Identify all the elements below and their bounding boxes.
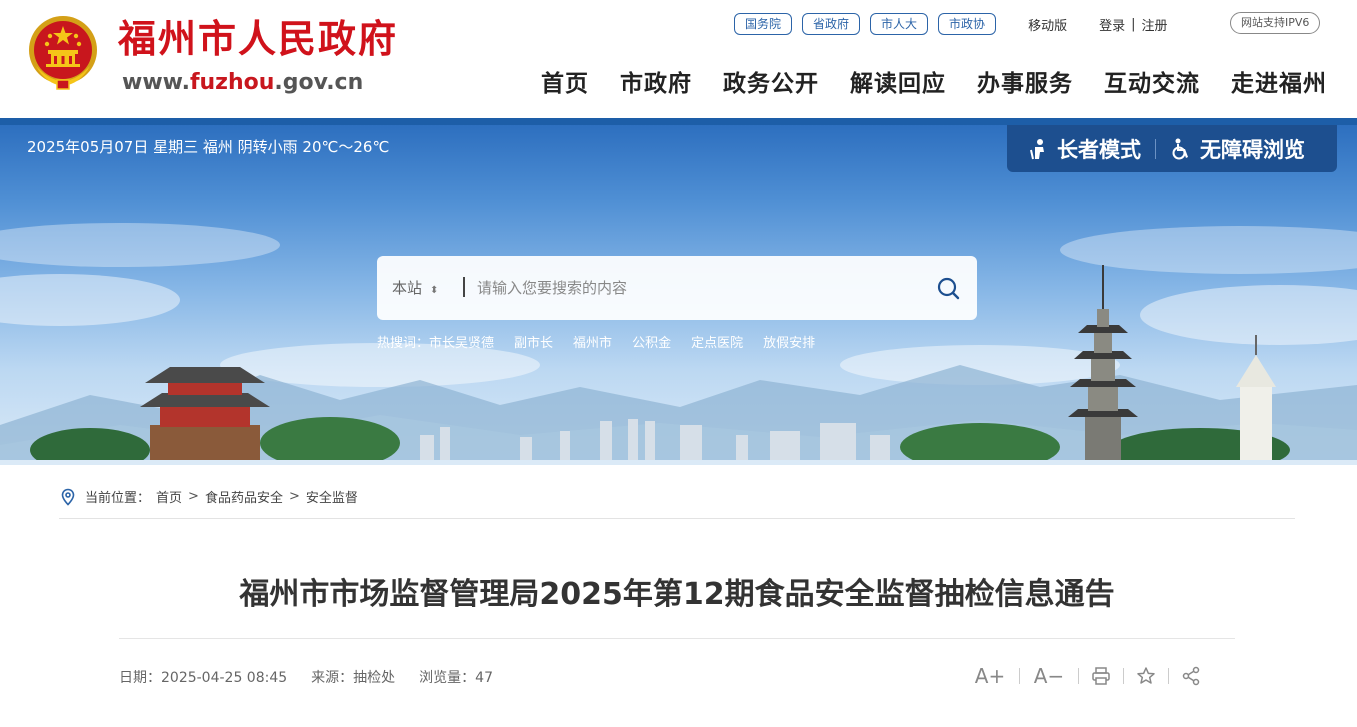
url-prefix: www. bbox=[122, 70, 190, 95]
login-link[interactable]: 登录 bbox=[1099, 15, 1125, 34]
article-tools: A+ A− bbox=[973, 663, 1201, 689]
search-divider bbox=[463, 277, 465, 297]
wheelchair-icon bbox=[1172, 138, 1188, 159]
article-date: 日期：2025-04-25 08:45 bbox=[119, 670, 288, 686]
hot-word[interactable]: 副市长 bbox=[514, 332, 553, 351]
nav-about-fuzhou[interactable]: 走进福州 bbox=[1231, 66, 1327, 102]
register-link[interactable]: 注册 bbox=[1141, 15, 1167, 34]
article-meta: 日期：2025-04-25 08:45 来源：抽检处 浏览量：47 bbox=[119, 667, 517, 687]
nav-government-affairs[interactable]: 政务公开 bbox=[723, 66, 819, 102]
nav-interpretation[interactable]: 解读回应 bbox=[850, 66, 946, 102]
article-views: 浏览量：47 bbox=[419, 670, 493, 686]
hot-word[interactable]: 公积金 bbox=[632, 332, 671, 351]
share-icon bbox=[1182, 666, 1200, 686]
hero-banner: 2025年05月07日 星期三 福州 阴转小雨 20℃～26℃ 长者模式 无障碍… bbox=[0, 125, 1357, 465]
url-domain: fuzhou bbox=[189, 70, 275, 95]
main-nav: 首页 市政府 政务公开 解读回应 办事服务 互动交流 走进福州 bbox=[510, 66, 1327, 102]
site-header: 福州市人民政府 www.fuzhou.gov.cn 国务院 省政府 市人大 市政… bbox=[0, 0, 1357, 118]
favorite-button[interactable] bbox=[1136, 666, 1156, 686]
url-suffix: .gov.cn bbox=[274, 70, 364, 95]
share-button[interactable] bbox=[1181, 666, 1201, 686]
article-title: 福州市市场监督管理局2025年第12期食品安全监督抽检信息通告 bbox=[239, 577, 1115, 612]
hot-word[interactable]: 市长吴贤德 bbox=[429, 332, 494, 351]
site-url: www.fuzhou.gov.cn bbox=[122, 70, 363, 96]
header-divider bbox=[0, 118, 1357, 125]
tool-divider bbox=[1078, 668, 1079, 684]
search-scope-value: 本站 bbox=[392, 279, 423, 297]
national-emblem-icon bbox=[29, 16, 97, 90]
elder-mode-label: 长者模式 bbox=[1057, 137, 1141, 162]
tool-divider bbox=[1168, 668, 1169, 684]
breadcrumb-separator: > bbox=[188, 489, 199, 504]
breadcrumb: 当前位置： 首页 > 食品药品安全 > 安全监督 bbox=[59, 487, 358, 506]
login-separator: | bbox=[1131, 16, 1136, 32]
search-box: 本站 ⬍ bbox=[377, 256, 977, 320]
hot-search-label: 热搜词： bbox=[377, 336, 430, 351]
accessibility-toolbar: 长者模式 无障碍浏览 bbox=[1007, 125, 1337, 172]
nav-city-government[interactable]: 市政府 bbox=[620, 66, 692, 102]
link-municipal-cppcc[interactable]: 市政协 bbox=[938, 13, 997, 35]
title-divider bbox=[119, 638, 1235, 639]
hot-word[interactable]: 放假安排 bbox=[763, 332, 815, 351]
site-name[interactable]: 福州市人民政府 bbox=[118, 16, 398, 62]
hot-search-words: 热搜词： 市长吴贤德 副市长 福州市 公积金 定点医院 放假安排 bbox=[377, 332, 835, 351]
mobile-version-link[interactable]: 移动版 bbox=[1028, 15, 1067, 34]
link-provincial-government[interactable]: 省政府 bbox=[802, 13, 861, 35]
elder-icon bbox=[1030, 138, 1044, 159]
breadcrumb-divider bbox=[59, 518, 1295, 519]
article-source: 来源：抽检处 bbox=[311, 670, 396, 686]
top-links: 国务院 省政府 市人大 市政协 移动版 登录 | 注册 bbox=[734, 12, 1168, 36]
elder-mode-button[interactable]: 长者模式 bbox=[1027, 134, 1141, 164]
article-card: 当前位置： 首页 > 食品药品安全 > 安全监督 福州市市场监督管理局2025年… bbox=[27, 465, 1327, 727]
breadcrumb-label: 当前位置： bbox=[85, 491, 151, 506]
nav-services[interactable]: 办事服务 bbox=[977, 66, 1073, 102]
breadcrumb-food-drug-safety[interactable]: 食品药品安全 bbox=[205, 487, 283, 506]
font-smaller-button[interactable]: A− bbox=[1032, 664, 1066, 688]
date-weather-text: 2025年05月07日 星期三 福州 阴转小雨 20℃～26℃ bbox=[27, 138, 390, 156]
nav-home[interactable]: 首页 bbox=[541, 66, 589, 102]
search-scope-select[interactable]: 本站 ⬍ bbox=[392, 277, 438, 298]
access-divider bbox=[1155, 138, 1156, 159]
accessible-browsing-label: 无障碍浏览 bbox=[1200, 137, 1305, 162]
breadcrumb-separator: > bbox=[288, 489, 300, 504]
ipv6-badge: 网站支持IPV6 bbox=[1230, 12, 1321, 34]
print-icon bbox=[1092, 667, 1110, 685]
breadcrumb-safety-supervision[interactable]: 安全监督 bbox=[306, 487, 358, 506]
nav-interaction[interactable]: 互动交流 bbox=[1104, 66, 1200, 102]
search-icon[interactable] bbox=[934, 274, 964, 304]
tool-divider bbox=[1019, 668, 1020, 684]
location-pin-icon bbox=[61, 488, 75, 506]
accessible-browsing-button[interactable]: 无障碍浏览 bbox=[1170, 134, 1305, 164]
font-larger-button[interactable]: A+ bbox=[973, 664, 1007, 688]
tool-divider bbox=[1123, 668, 1124, 684]
link-state-council[interactable]: 国务院 bbox=[734, 13, 793, 35]
hot-word[interactable]: 定点医院 bbox=[691, 332, 743, 351]
updown-arrow-icon: ⬍ bbox=[430, 285, 439, 296]
hot-word[interactable]: 福州市 bbox=[573, 332, 612, 351]
search-input[interactable] bbox=[477, 272, 917, 304]
star-icon bbox=[1137, 667, 1155, 684]
print-button[interactable] bbox=[1091, 666, 1111, 686]
link-municipal-congress[interactable]: 市人大 bbox=[870, 13, 929, 35]
breadcrumb-home[interactable]: 首页 bbox=[156, 487, 182, 506]
